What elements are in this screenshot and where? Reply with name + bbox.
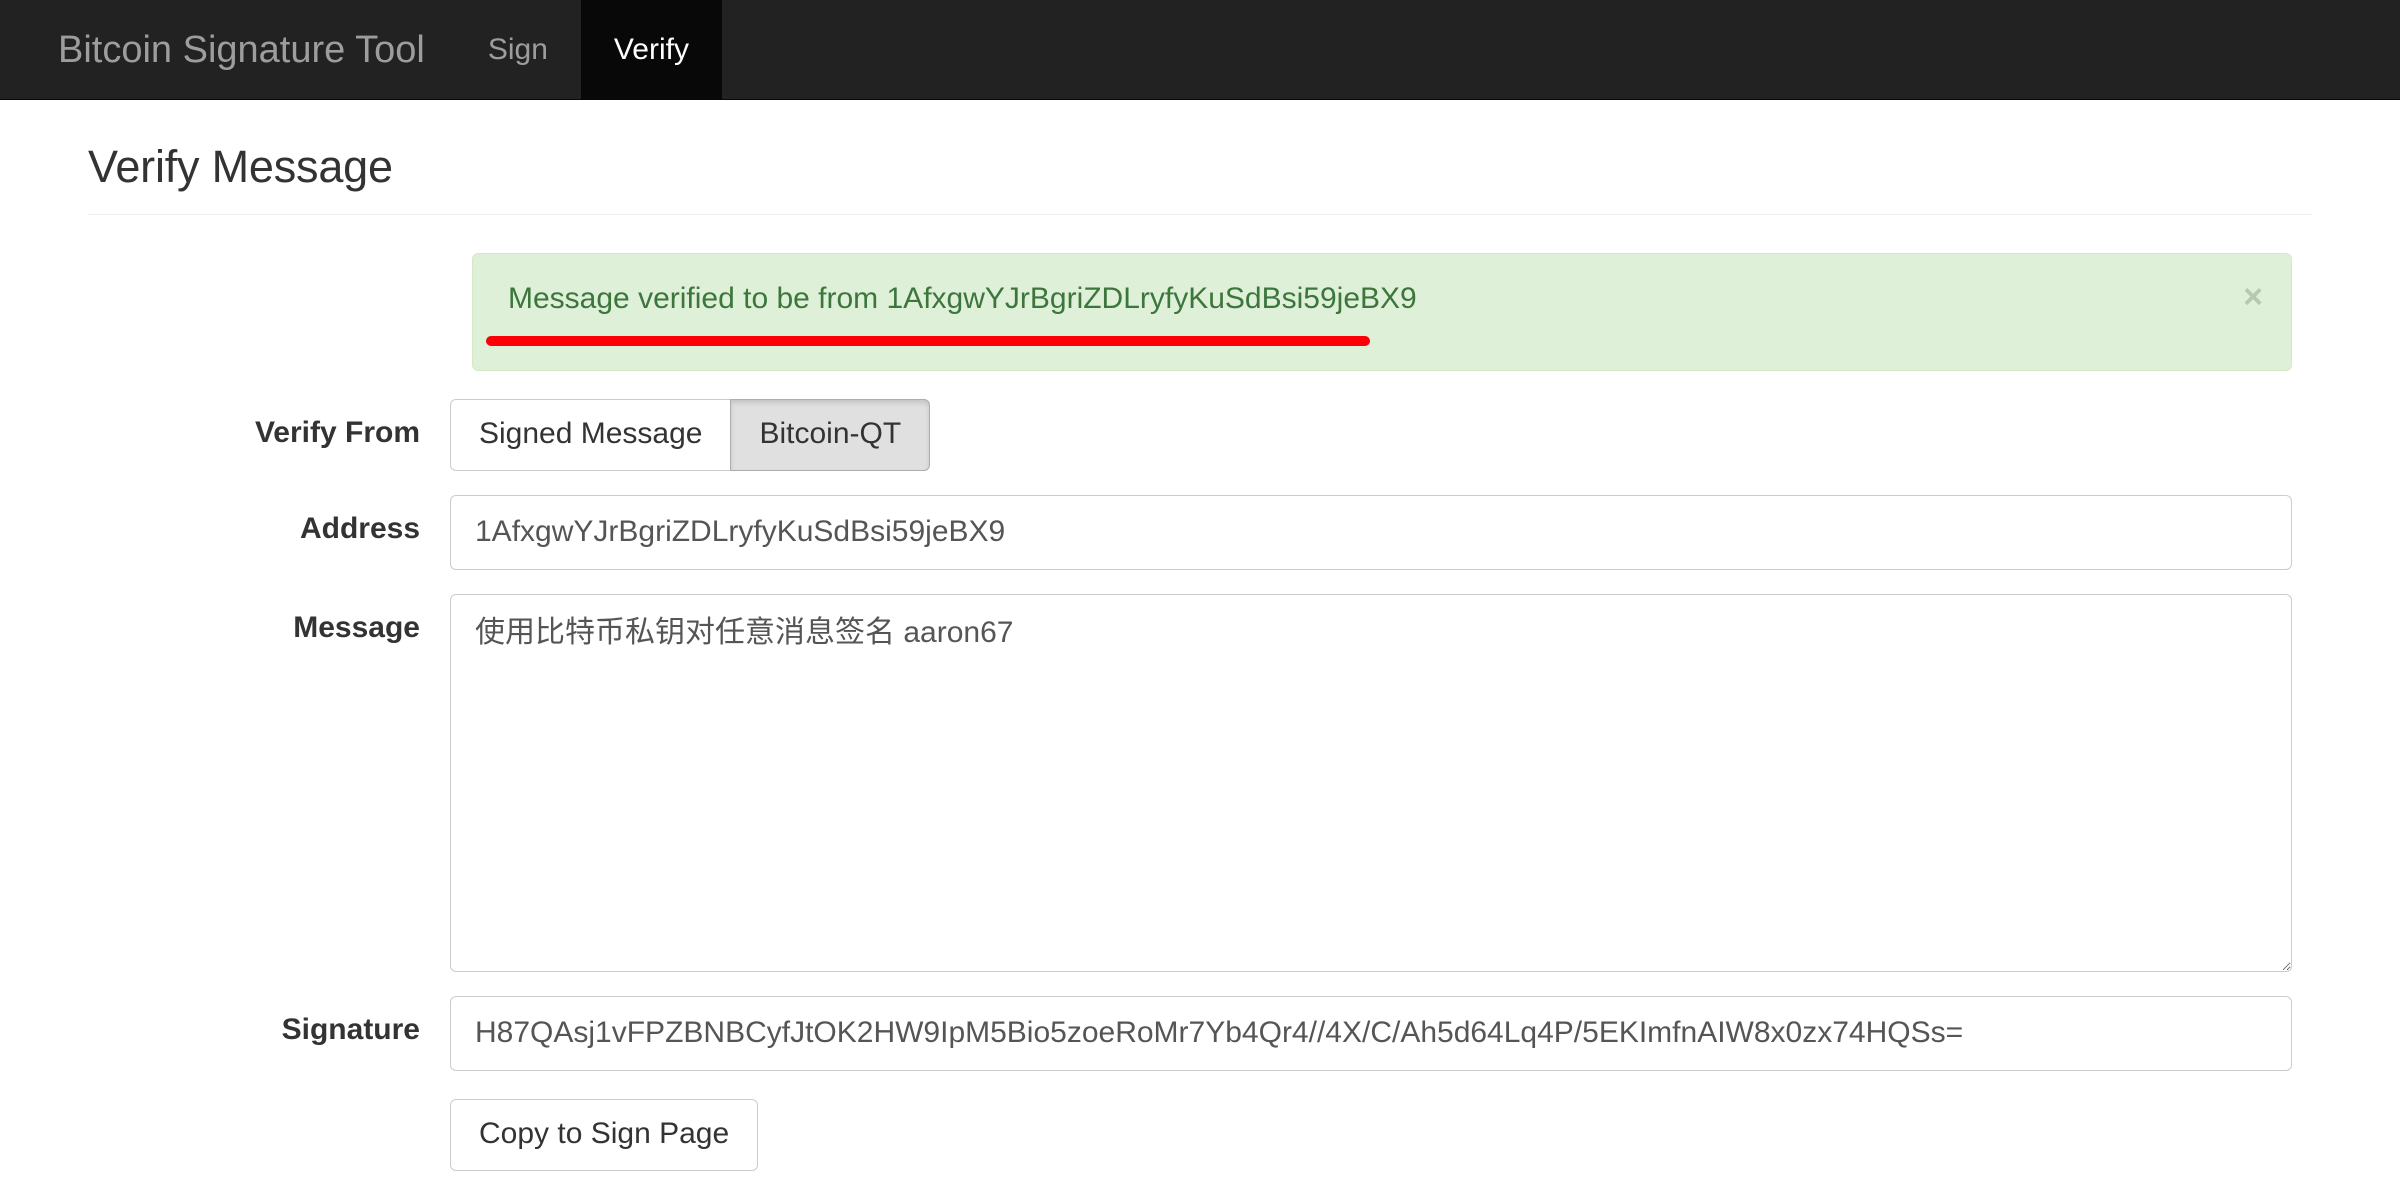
address-control [450,494,2340,570]
signed-message-button[interactable]: Signed Message [450,398,732,471]
alert-message: Message verified to be from 1AfxgwYJrBgr… [508,281,1417,315]
title-divider [88,213,2312,215]
alert-spacer [60,253,472,371]
message-textarea[interactable] [450,593,2292,972]
alert-row: Message verified to be from 1AfxgwYJrBgr… [60,252,2340,371]
tab-verify[interactable]: Verify [580,0,722,99]
field-copy-action: Copy to Sign Page [60,1095,2340,1171]
copy-control: Copy to Sign Page [450,1095,2340,1171]
signature-label: Signature [281,1012,420,1046]
field-verify-from: Verify From Signed Message Bitcoin-QT [60,398,2340,471]
field-signature: Signature [60,995,2340,1071]
verify-from-label: Verify From [254,415,420,449]
address-input[interactable] [450,494,2292,570]
signature-control [450,995,2340,1071]
main-navbar: Bitcoin Signature Tool Sign Verify [0,0,2400,100]
page-title: Verify Message [88,141,393,192]
close-icon[interactable]: × [2243,280,2263,314]
signature-input[interactable] [450,995,2292,1071]
red-underline-annotation [486,335,1370,346]
copy-to-sign-page-button[interactable]: Copy to Sign Page [450,1098,759,1171]
verify-from-control: Signed Message Bitcoin-QT [450,398,2340,471]
verify-from-button-group: Signed Message Bitcoin-QT [450,398,931,471]
tab-sign[interactable]: Sign [455,0,581,99]
navbar-brand[interactable]: Bitcoin Signature Tool [0,0,455,99]
address-label: Address [299,511,420,545]
message-label: Message [293,610,420,644]
copy-spacer-label [60,1095,450,1111]
field-address: Address [60,494,2340,570]
message-control [450,593,2340,972]
field-message: Message [60,593,2340,972]
verification-success-alert: Message verified to be from 1AfxgwYJrBgr… [472,252,2292,371]
nav-item-verify: Verify [580,0,722,99]
nav-item-sign: Sign [455,0,581,99]
bitcoin-qt-button[interactable]: Bitcoin-QT [730,398,931,471]
verify-message-form: Verify From Signed Message Bitcoin-QT Ad… [60,398,2340,1171]
navbar-nav: Sign Verify [455,0,722,99]
page-container: Verify Message Message verified to be fr… [30,142,2370,1171]
